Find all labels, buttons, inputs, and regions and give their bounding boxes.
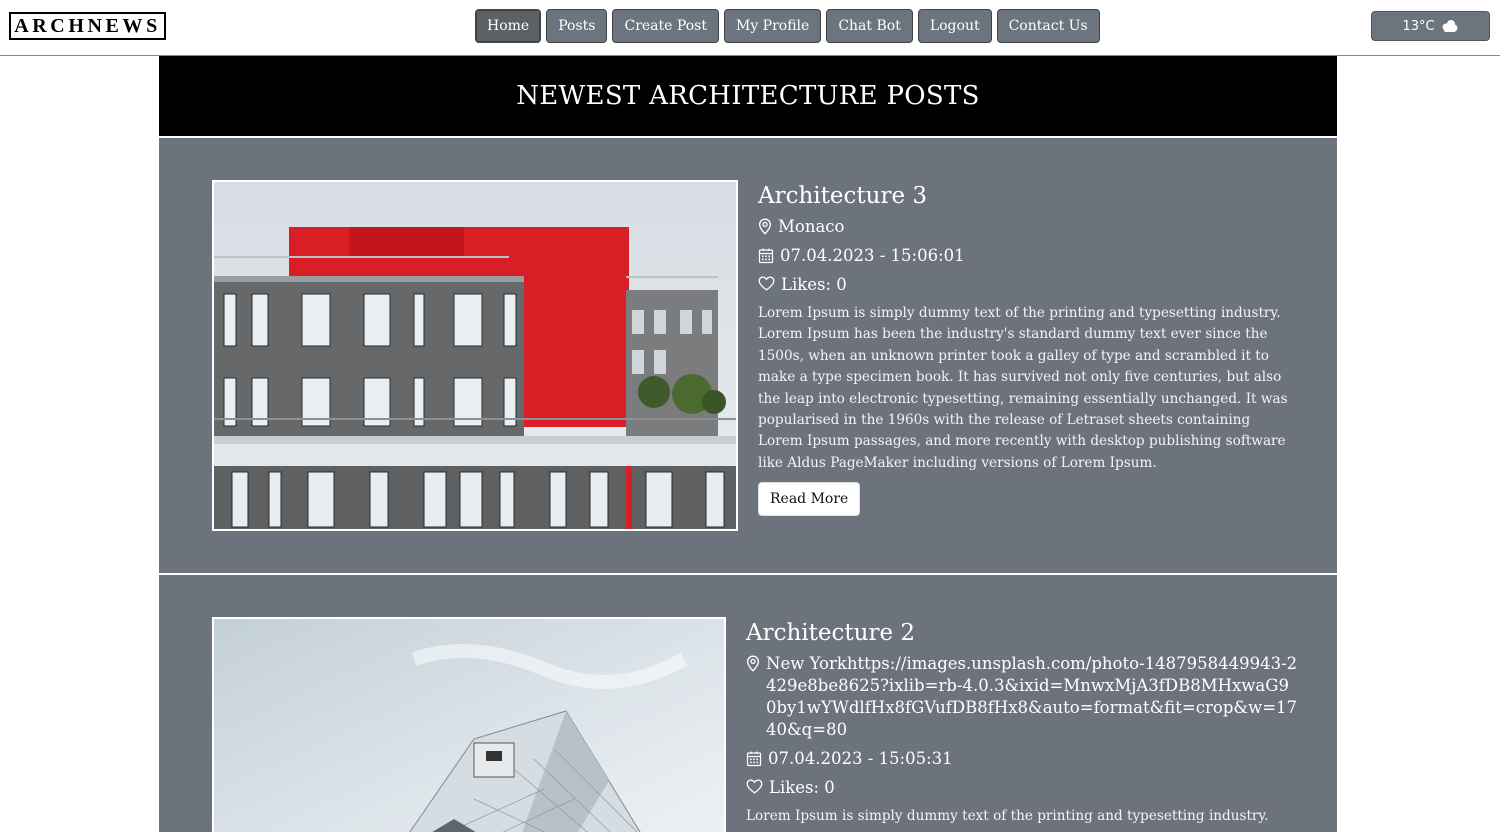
cloud-icon xyxy=(1442,20,1458,32)
post-location: Monaco xyxy=(758,216,1298,238)
post-image[interactable] xyxy=(212,180,738,531)
post-image[interactable] xyxy=(212,617,726,832)
datetime-text: 07.04.2023 - 15:05:31 xyxy=(768,749,953,768)
post-title[interactable]: Architecture 2 xyxy=(746,615,1298,651)
calendar-icon xyxy=(746,751,762,767)
heart-icon[interactable] xyxy=(746,779,763,794)
nav-chat-bot-button[interactable]: Chat Bot xyxy=(826,9,913,43)
top-navbar: ARCHNEWS Home Posts Create Post My Profi… xyxy=(0,0,1500,56)
weather-temp: 13°C xyxy=(1402,18,1435,34)
post-card: Architecture 3 Monaco 07.04.2023 - 15:06… xyxy=(159,136,1337,574)
page-header: NEWEST ARCHITECTURE POSTS xyxy=(159,56,1337,136)
post-title[interactable]: Architecture 3 xyxy=(758,178,1298,214)
post-description: Lorem Ipsum is simply dummy text of the … xyxy=(758,305,1288,471)
weather-widget[interactable]: 13°C xyxy=(1371,11,1490,41)
datetime-text: 07.04.2023 - 15:06:01 xyxy=(780,246,965,265)
location-pin-icon xyxy=(758,218,772,235)
post-description: Lorem Ipsum is simply dummy text of the … xyxy=(746,808,1269,824)
nav-my-profile-button[interactable]: My Profile xyxy=(723,9,822,43)
post-body: Architecture 3 Monaco 07.04.2023 - 15:06… xyxy=(758,178,1298,517)
read-more-button[interactable]: Read More xyxy=(758,482,861,517)
nav-contact-us-button[interactable]: Contact Us xyxy=(996,9,1100,43)
calendar-icon xyxy=(758,248,774,264)
site-logo[interactable]: ARCHNEWS xyxy=(9,12,166,40)
nav-posts-button[interactable]: Posts xyxy=(546,9,608,43)
location-text: Monaco xyxy=(778,217,845,236)
nav-home-button[interactable]: Home xyxy=(475,9,542,43)
location-text: New Yorkhttps://images.unsplash.com/phot… xyxy=(766,654,1298,739)
main-nav: Home Posts Create Post My Profile Chat B… xyxy=(475,9,1100,43)
post-likes: Likes: 0 xyxy=(758,274,1298,296)
post-datetime: 07.04.2023 - 15:05:31 xyxy=(746,748,1298,770)
post-datetime: 07.04.2023 - 15:06:01 xyxy=(758,245,1298,267)
post-likes: Likes: 0 xyxy=(746,777,1298,799)
likes-text: Likes: 0 xyxy=(781,275,847,294)
post-body: Architecture 2 New Yorkhttps://images.un… xyxy=(746,615,1298,827)
likes-text: Likes: 0 xyxy=(769,778,835,797)
nav-logout-button[interactable]: Logout xyxy=(917,9,992,43)
building-photo xyxy=(214,182,736,529)
building-photo xyxy=(214,619,724,832)
post-card: Architecture 2 New Yorkhttps://images.un… xyxy=(159,573,1337,832)
page-title: NEWEST ARCHITECTURE POSTS xyxy=(516,81,980,111)
heart-icon[interactable] xyxy=(758,276,775,291)
location-pin-icon xyxy=(746,655,760,672)
nav-create-post-button[interactable]: Create Post xyxy=(612,9,719,43)
post-location: New Yorkhttps://images.unsplash.com/phot… xyxy=(746,653,1298,741)
